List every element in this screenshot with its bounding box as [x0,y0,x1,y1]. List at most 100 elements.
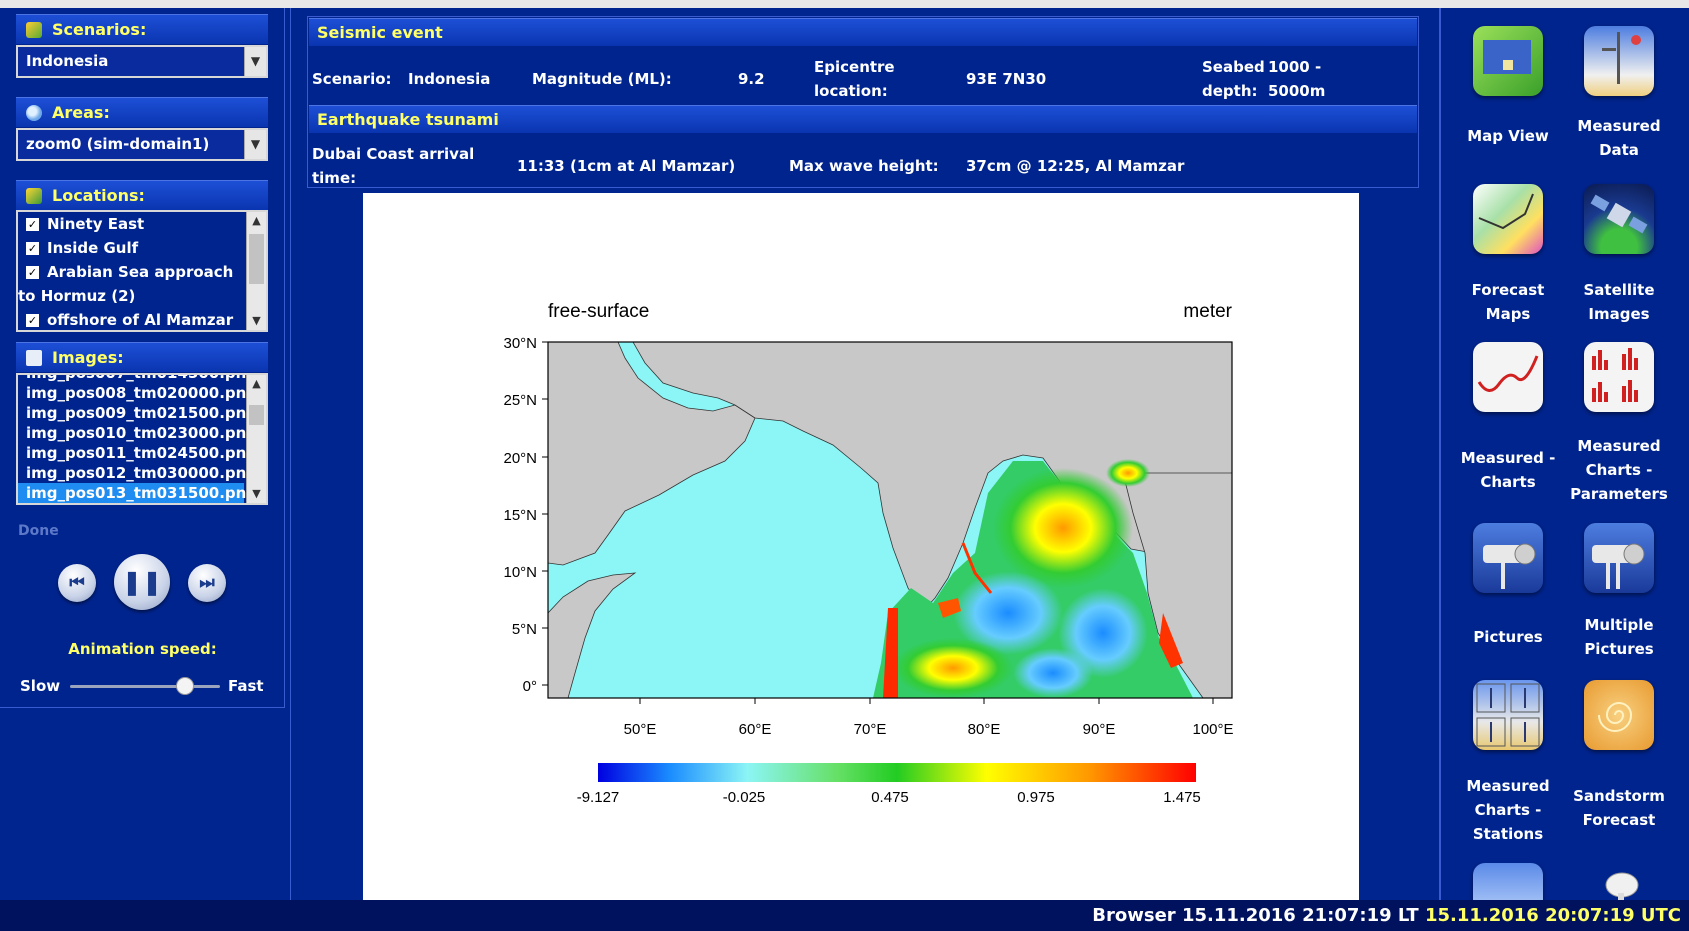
images-scrollbar[interactable]: ▲ ▼ [246,375,266,503]
scroll-down-icon[interactable]: ▼ [247,312,266,330]
lat-tick-label: 20°N [503,450,537,467]
checkbox-checked-icon[interactable]: ✓ [26,242,39,255]
pictures-button[interactable]: Pictures [1448,523,1568,649]
colorbar-label: 0.475 [871,789,909,806]
magnitude-label: Magnitude (ML): [532,70,672,88]
satellite-images-button[interactable]: Satellite Images [1559,184,1679,326]
list-item[interactable]: ✓ Arabian Sea approach [18,260,266,284]
map-unit: meter [1183,301,1232,322]
event-info-panel: Seismic event Scenario: Indonesia Magnit… [307,16,1419,188]
list-item[interactable]: img_pos007_tm014500.png [18,375,266,383]
local-time: Browser 15.11.2016 21:07:19 LT [1092,905,1419,926]
next-frame-button[interactable]: ⏭ [188,564,226,602]
chevron-down-icon[interactable]: ▼ [244,130,266,159]
epicentre-label: Epicentre location: [814,58,895,100]
checkbox-checked-icon[interactable]: ✓ [26,218,39,231]
colorbar-label: -9.127 [577,789,620,806]
seabed-depth-value: 1000 -5000m [1268,58,1326,100]
pause-button[interactable]: ❚❚ [114,554,170,610]
list-item-selected[interactable]: img_pos013_tm031500.png [18,483,257,503]
list-item[interactable]: img_pos010_tm023000.png [18,423,266,443]
scroll-thumb[interactable] [249,405,264,425]
lon-tick-label: 90°E [1083,721,1116,738]
sandstorm-swirl-icon [1584,680,1654,750]
colorbar-label: -0.025 [723,789,766,806]
magnifier-icon [26,105,42,121]
radar-dish-icon [1584,863,1654,900]
sandstorm-forecast-button[interactable]: Sandstorm Forecast [1559,680,1679,832]
more-tool-button[interactable] [1448,863,1568,900]
scroll-thumb[interactable] [249,234,264,284]
satellite-icon [1584,184,1654,254]
lat-tick-label: 0° [523,678,537,695]
map-view-icon [1473,26,1543,96]
browser-top-strip [0,0,1689,8]
images-header: Images: [16,342,268,372]
list-item[interactable]: img_pos008_tm020000.png [18,383,266,403]
list-item[interactable]: ✓ Inside Gulf [18,236,266,260]
lat-tick-label: 30°N [503,335,537,352]
measured-charts-parameters-button[interactable]: Measured Charts - Parameters [1559,342,1679,506]
checkbox-checked-icon[interactable]: ✓ [26,266,39,279]
speed-slider-track[interactable] [70,685,220,688]
multiple-pictures-button[interactable]: Multiple Pictures [1559,523,1679,661]
scenario-label: Scenario: [312,70,392,88]
map-view-button[interactable]: Map View [1448,26,1568,148]
weather-station-icon [1584,26,1654,96]
latitude-axis: 30°N 25°N 20°N 15°N 10°N 5°N 0° [503,335,548,695]
map-title: free-surface [548,301,649,322]
fast-label: Fast [228,677,264,695]
lat-tick-label: 25°N [503,392,537,409]
list-item[interactable]: img_pos011_tm024500.png [18,443,266,463]
areas-header: Areas: [16,97,268,127]
document-icon [26,350,42,366]
map-pin-icon [26,188,42,204]
measured-data-button[interactable]: Measured Data [1559,26,1679,162]
multiple-cameras-icon [1584,523,1654,593]
status-bar: Browser 15.11.2016 21:07:19 LT 15.11.201… [0,900,1689,931]
line-chart-icon [1473,342,1543,412]
measured-charts-button[interactable]: Measured - Charts [1448,342,1568,494]
previous-frame-button[interactable]: ⏮ [58,564,96,602]
epicentre-value: 93E 7N30 [966,70,1047,88]
area-select[interactable]: zoom0 (sim-domain1) ▼ [16,128,268,161]
list-item[interactable]: img_pos012_tm030000.png [18,463,266,483]
arrival-time-label: Dubai Coast arrival time: [312,145,475,187]
locations-scrollbar[interactable]: ▲ ▼ [246,212,266,330]
list-item[interactable]: ✓ offshore of Al Mamzar [18,308,266,330]
wave-trough [1013,648,1093,698]
area-select-value: zoom0 (sim-domain1) [26,135,210,153]
longitude-axis: 50°E 60°E 70°E 80°E 90°E 100°E [624,698,1234,738]
scroll-up-icon[interactable]: ▲ [247,375,266,393]
map-area [548,342,1232,698]
camera-icon [1473,523,1543,593]
seabed-depth-label: Seabed depth: [1202,58,1265,100]
lat-tick-label: 5°N [512,621,537,638]
more-tool-button[interactable] [1559,863,1679,900]
animation-speed-label: Animation speed: [68,640,217,658]
images-list[interactable]: img_pos007_tm014500.png img_pos008_tm020… [16,373,268,505]
list-item[interactable]: img_pos009_tm021500.png [18,403,266,423]
list-item[interactable]: ✓ Ninety East [18,212,266,236]
colorbar-labels: -9.127 -0.025 0.475 0.975 1.475 [577,789,1201,806]
max-wave-label: Max wave height: [789,157,939,175]
scroll-up-icon[interactable]: ▲ [247,212,266,230]
lon-tick-label: 50°E [624,721,657,738]
scenario-select[interactable]: Indonesia ▼ [16,45,268,78]
chevron-down-icon[interactable]: ▼ [244,47,266,76]
landscape-icon [1473,863,1543,900]
locations-header: Locations: [16,180,268,210]
scenario-select-value: Indonesia [26,52,109,70]
lon-tick-label: 70°E [854,721,887,738]
locations-list[interactable]: ✓ Ninety East ✓ Inside Gulf ✓ Arabian Sea a… [16,210,268,332]
checkbox-checked-icon[interactable]: ✓ [26,314,39,327]
lon-tick-label: 100°E [1192,721,1233,738]
lon-tick-label: 60°E [739,721,772,738]
measured-charts-stations-button[interactable]: Measured Charts - Stations [1448,680,1568,846]
scroll-down-icon[interactable]: ▼ [247,485,266,503]
speed-slider-handle[interactable] [176,677,194,695]
forecast-maps-button[interactable]: Forecast Maps [1448,184,1568,326]
lat-tick-label: 10°N [503,564,537,581]
free-surface-map: free-surface meter 30°N 25°N 20°N 15°N 1… [503,301,1234,806]
scenarios-icon [26,22,42,38]
